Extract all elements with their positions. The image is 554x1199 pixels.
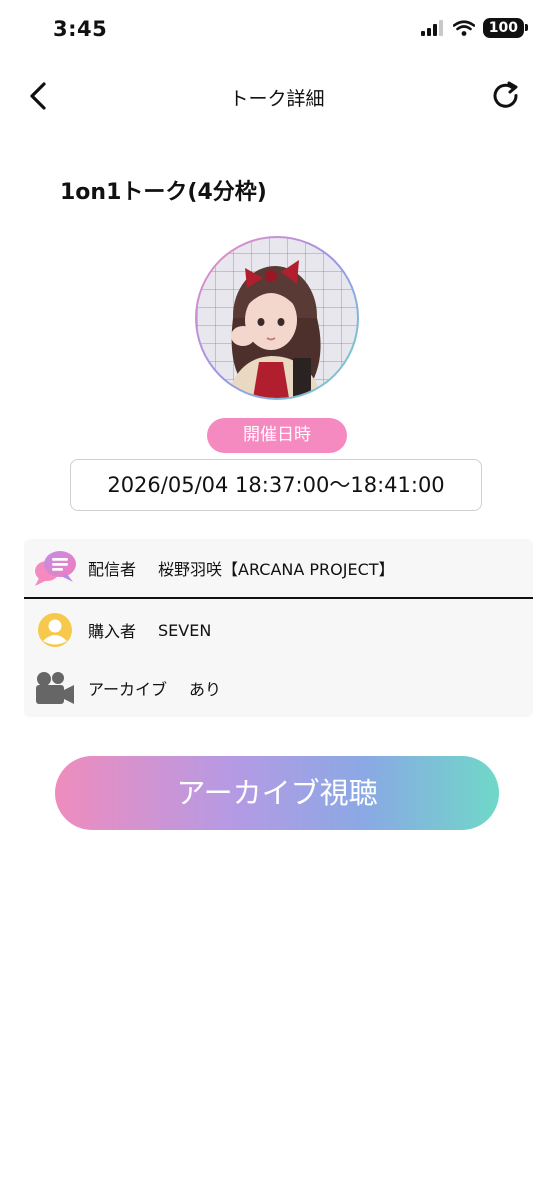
schedule-label-badge: 開催日時 bbox=[207, 418, 347, 453]
page-title: トーク詳細 bbox=[229, 88, 325, 110]
refresh-button[interactable] bbox=[488, 78, 524, 114]
chat-bubble-icon bbox=[32, 545, 78, 591]
battery-icon: 100 bbox=[482, 18, 529, 38]
status-time: 3:45 bbox=[53, 17, 108, 41]
schedule-datetime: 2026/05/04 18:37:00〜18:41:00 bbox=[70, 459, 482, 511]
info-card: 配信者 桜野羽咲【ARCANA PROJECT】 購入者 SEVEN アーカイブ… bbox=[24, 539, 533, 717]
archive-label: アーカイブ bbox=[88, 680, 168, 699]
buyer-label: 購入者 bbox=[88, 622, 137, 641]
status-bar: 3:45 100 bbox=[0, 0, 554, 62]
wifi-icon bbox=[452, 20, 475, 36]
info-row-streamer: 配信者 桜野羽咲【ARCANA PROJECT】 bbox=[24, 539, 533, 597]
refresh-icon bbox=[493, 81, 518, 108]
avatar-photo bbox=[227, 260, 323, 398]
streamer-label: 配信者 bbox=[88, 560, 137, 579]
archive-value: あり bbox=[189, 680, 222, 699]
status-icons: 100 bbox=[420, 18, 529, 38]
streamer-value: 桜野羽咲【ARCANA PROJECT】 bbox=[158, 560, 395, 579]
buyer-value: SEVEN bbox=[158, 620, 212, 640]
talk-title: 1on1トーク(4分枠) bbox=[60, 180, 267, 205]
info-row-buyer: 購入者 SEVEN bbox=[24, 601, 533, 659]
header: トーク詳細 bbox=[0, 70, 554, 122]
user-icon bbox=[32, 607, 78, 653]
video-camera-icon bbox=[32, 665, 78, 711]
avatar-ring bbox=[195, 236, 359, 400]
info-row-archive: アーカイブ あり bbox=[24, 659, 533, 717]
archive-watch-button[interactable]: アーカイブ視聴 bbox=[55, 756, 499, 830]
signal-icon bbox=[420, 20, 443, 36]
avatar bbox=[197, 238, 357, 398]
divider bbox=[24, 597, 533, 599]
